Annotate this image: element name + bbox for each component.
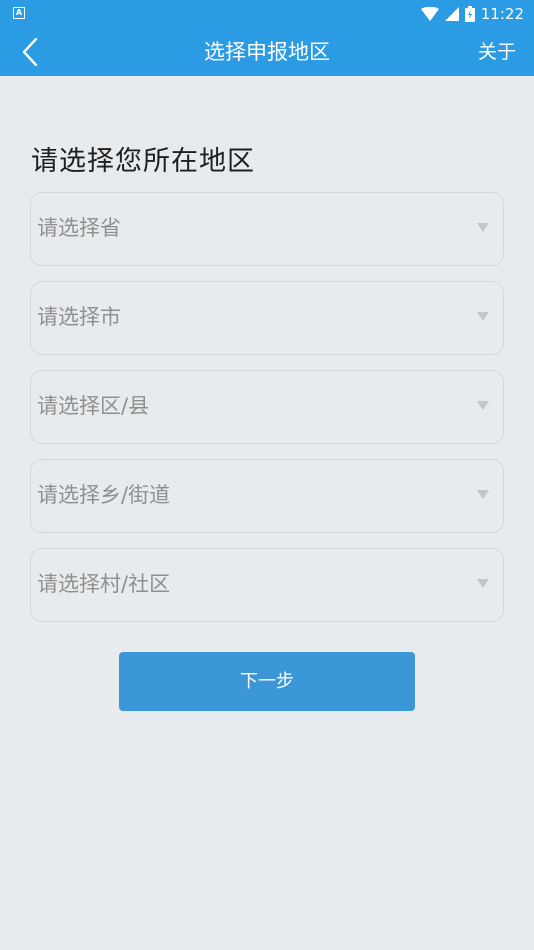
village-select-placeholder: 请选择村/社区 [37,572,171,596]
page-title: 选择申报地区 [204,40,330,64]
dropdown-arrow-icon [477,223,489,232]
chevron-left-icon [22,38,38,66]
status-bar: A 11:22 [0,0,534,28]
about-button[interactable]: 关于 [478,28,516,76]
city-select[interactable]: 请选择市 [30,281,504,355]
dropdown-arrow-icon [477,579,489,588]
battery-icon [464,6,475,22]
district-select-placeholder: 请选择区/县 [37,394,150,418]
signal-icon [444,7,459,21]
status-indicators: 11:22 [420,4,524,24]
form-heading: 请选择您所在地区 [31,146,255,177]
city-select-placeholder: 请选择市 [37,305,121,329]
wifi-icon [420,7,439,21]
next-button[interactable]: 下一步 [119,652,415,711]
dropdown-arrow-icon [477,312,489,321]
dropdown-arrow-icon [477,490,489,499]
app-bar: 选择申报地区 关于 [0,28,534,76]
dropdown-arrow-icon [477,401,489,410]
status-time: 11:22 [480,5,524,23]
province-select-placeholder: 请选择省 [37,216,121,240]
province-select[interactable]: 请选择省 [30,192,504,266]
village-select[interactable]: 请选择村/社区 [30,548,504,622]
back-button[interactable] [10,34,50,70]
township-select[interactable]: 请选择乡/街道 [30,459,504,533]
notification-icon: A [13,7,25,19]
district-select[interactable]: 请选择区/县 [30,370,504,444]
township-select-placeholder: 请选择乡/街道 [37,483,171,507]
